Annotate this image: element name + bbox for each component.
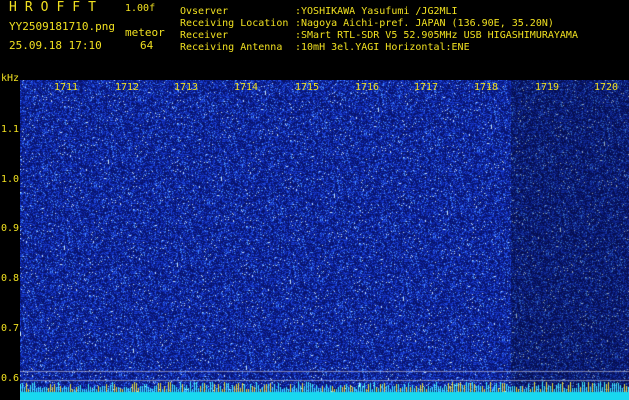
time-label: 1712 (115, 82, 140, 93)
info-row-receiver: Receiver :SMart RTL-SDR V5 52.905MHz USB… (180, 30, 578, 42)
info-row-location: Receiving Location :Nagoya Aichi-pref. J… (180, 18, 578, 30)
version-label: 1.00f (125, 3, 156, 14)
mode-label: meteor (125, 26, 165, 39)
time-label: 1717 (414, 82, 439, 93)
info-value: :SMart RTL-SDR V5 52.905MHz USB HIGASHIM… (295, 30, 578, 41)
time-label: 1716 (355, 82, 380, 93)
time-label: 1715 (295, 82, 320, 93)
info-row-antenna: Receiving Antenna :10mH 3el.YAGI Horizon… (180, 42, 578, 54)
info-key: Receiver (180, 30, 229, 41)
app-name: HROFFT (9, 0, 104, 15)
y-tick: 0.7 (1, 323, 20, 334)
time-label: 1714 (234, 82, 259, 93)
filename-label: YY2509181710.png (9, 20, 115, 33)
datetime-label: 25.09.18 17:10 (9, 39, 102, 52)
time-label: 1711 (54, 82, 79, 93)
info-value: :10mH 3el.YAGI Horizontal:ENE (295, 42, 470, 53)
y-tick: 1.1 (1, 124, 20, 135)
spectrogram-image (20, 80, 629, 400)
y-tick: 1.0 (1, 174, 20, 185)
y-tick: 0.9 (1, 223, 20, 234)
time-label: 1713 (174, 82, 199, 93)
info-key: Ovserver (180, 6, 229, 17)
info-row-observer: Ovserver :YOSHIKAWA Yasufumi /JG2MLI (180, 6, 578, 18)
y-tick: 0.6 (1, 373, 20, 384)
station-info: Ovserver :YOSHIKAWA Yasufumi /JG2MLI Rec… (180, 6, 578, 54)
info-key: Receiving Location (180, 18, 289, 29)
info-value: :Nagoya Aichi-pref. JAPAN (136.90E, 35.2… (295, 18, 554, 29)
info-key: Receiving Antenna (180, 42, 283, 53)
y-axis-unit: kHz (1, 73, 20, 84)
count-label: 64 (140, 39, 154, 52)
info-value: :YOSHIKAWA Yasufumi /JG2MLI (295, 6, 458, 17)
time-label: 1720 (594, 82, 619, 93)
time-label: 1719 (535, 82, 560, 93)
time-label: 1718 (474, 82, 499, 93)
y-tick: 0.8 (1, 273, 20, 284)
